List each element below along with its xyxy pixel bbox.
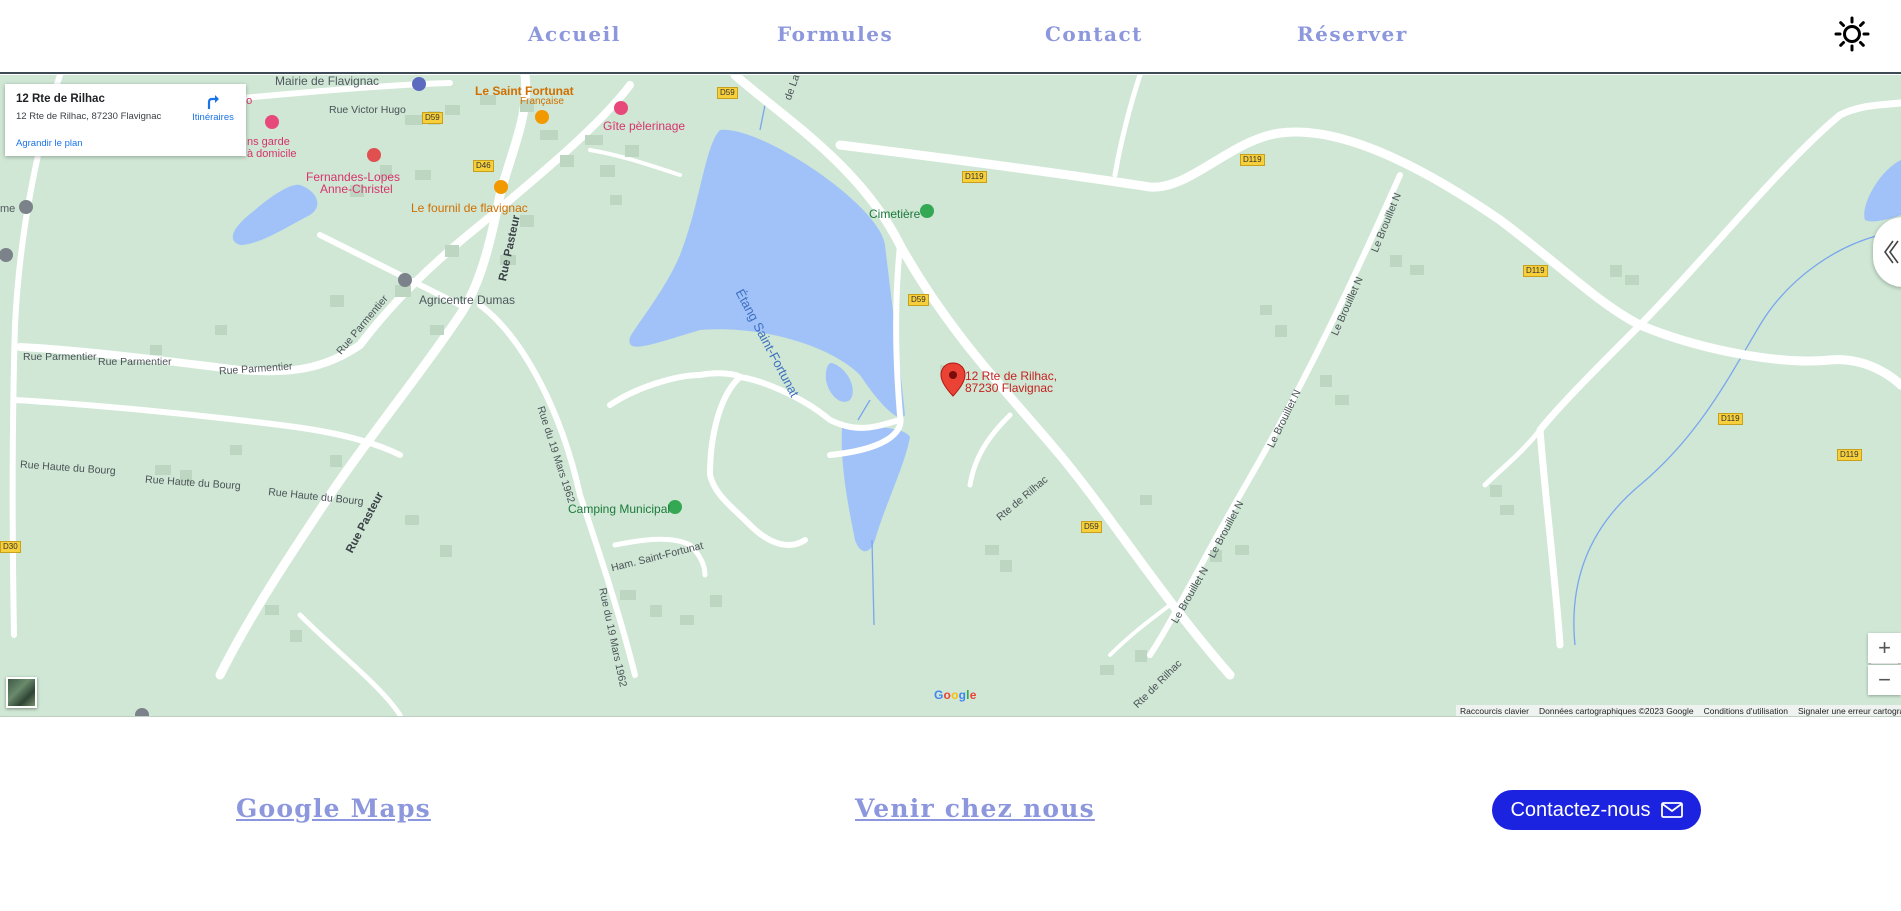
place-address: 12 Rte de Rilhac, 87230 Flavignac [16, 111, 162, 122]
zoom-divider [1871, 663, 1898, 664]
street-label-parmentier-2: Rue Parmentier [23, 351, 97, 363]
embedded-map[interactable]: Mairie de Flavignac Le Saint Fortunat Fr… [0, 75, 1901, 717]
directions-icon [207, 95, 219, 109]
road-shield-d119: D119 [1837, 449, 1862, 461]
logo-letter: o [943, 688, 952, 702]
place-title: 12 Rte de Rilhac [16, 93, 105, 105]
contact-button[interactable]: Contactez-nous [1492, 790, 1701, 830]
directions-label: Itinéraires [192, 112, 234, 123]
zoom-out-button[interactable]: − [1868, 665, 1901, 695]
chevron-left-icon [1884, 240, 1899, 264]
road-shield-d119: D119 [962, 171, 987, 183]
satellite-view-toggle[interactable] [6, 677, 37, 708]
terms-link[interactable]: Conditions d'utilisation [1704, 706, 1788, 716]
poi-label-gite[interactable]: Gîte pèlerinage [603, 120, 685, 132]
poi-label-me: me [0, 203, 16, 215]
road-shield-d59: D59 [1081, 521, 1102, 533]
logo-letter: e [969, 688, 977, 702]
poi-label-garde-1: ns garde [247, 136, 290, 148]
poi-label-camping[interactable]: Camping Municipal [568, 503, 670, 515]
zoom-in-button[interactable]: + [1868, 633, 1901, 663]
keyboard-shortcuts-link[interactable]: Raccourcis clavier [1460, 706, 1529, 716]
poi-label-cimetiere[interactable]: Cimetière [869, 208, 920, 220]
logo-letter: G [934, 688, 944, 702]
road-shield-d59: D59 [717, 87, 738, 99]
poi-label-garde-2: à domicile [247, 148, 297, 160]
poi-label-fernandes-2: Anne-Christel [320, 182, 393, 196]
logo-letter: o [951, 688, 959, 702]
report-error-link[interactable]: Signaler une erreur cartographique [1798, 706, 1901, 716]
poi-label-agricentre[interactable]: Agricentre Dumas [419, 294, 515, 306]
road-shield-d59: D59 [908, 294, 929, 306]
road-shield-d119: D119 [1240, 154, 1265, 166]
street-label-victor-hugo: Rue Victor Hugo [329, 104, 406, 116]
map-attribution: Raccourcis clavier Données cartographique… [1456, 705, 1901, 716]
contact-button-label: Contactez-nous [1510, 798, 1651, 821]
directions-button[interactable]: Itinéraires [183, 92, 243, 126]
sun-icon[interactable] [1834, 16, 1870, 52]
location-marker-icon [940, 362, 966, 397]
nav-link-formules[interactable]: Formules [777, 22, 893, 46]
road-shield-d46: D46 [473, 160, 494, 172]
poi-label-mairie[interactable]: Mairie de Flavignac [275, 75, 379, 87]
lake-small-island [825, 362, 853, 402]
google-logo[interactable]: Google [934, 688, 977, 702]
nav-link-accueil[interactable]: Accueil [528, 22, 621, 46]
nav-link-reserver[interactable]: Réserver [1297, 22, 1408, 46]
poi-label-fournil[interactable]: Le fournil de flavignac [411, 202, 528, 214]
road-shield-d59: D59 [422, 112, 443, 124]
lake-small-west [232, 184, 318, 245]
poi-label-saint-fortunat-type: Française [520, 96, 564, 107]
nav-link-contact[interactable]: Contact [1045, 22, 1143, 46]
street-label-parmentier-3: Rue Parmentier [98, 356, 172, 368]
place-info-card: 12 Rte de Rilhac 12 Rte de Rilhac, 87230… [5, 84, 246, 156]
road-shield-d30: D30 [0, 541, 21, 553]
mail-icon [1660, 802, 1683, 818]
map-canvas[interactable] [0, 75, 1901, 717]
logo-letter: g [958, 688, 967, 702]
visit-us-link[interactable]: Venir chez nous [855, 794, 1095, 823]
larger-map-link[interactable]: Agrandir le plan [16, 138, 83, 149]
map-data-notice: Données cartographiques ©2023 Google [1538, 706, 1694, 716]
google-maps-link[interactable]: Google Maps [236, 794, 431, 823]
road-shield-d119: D119 [1718, 413, 1743, 425]
lake-east-edge [1864, 160, 1901, 222]
marker-label-line2: 87230 Flavignac [965, 381, 1054, 395]
top-navigation: Accueil Formules Contact Réserver [0, 0, 1901, 74]
roads [9, 75, 1901, 716]
road-shield-d119: D119 [1523, 265, 1548, 277]
